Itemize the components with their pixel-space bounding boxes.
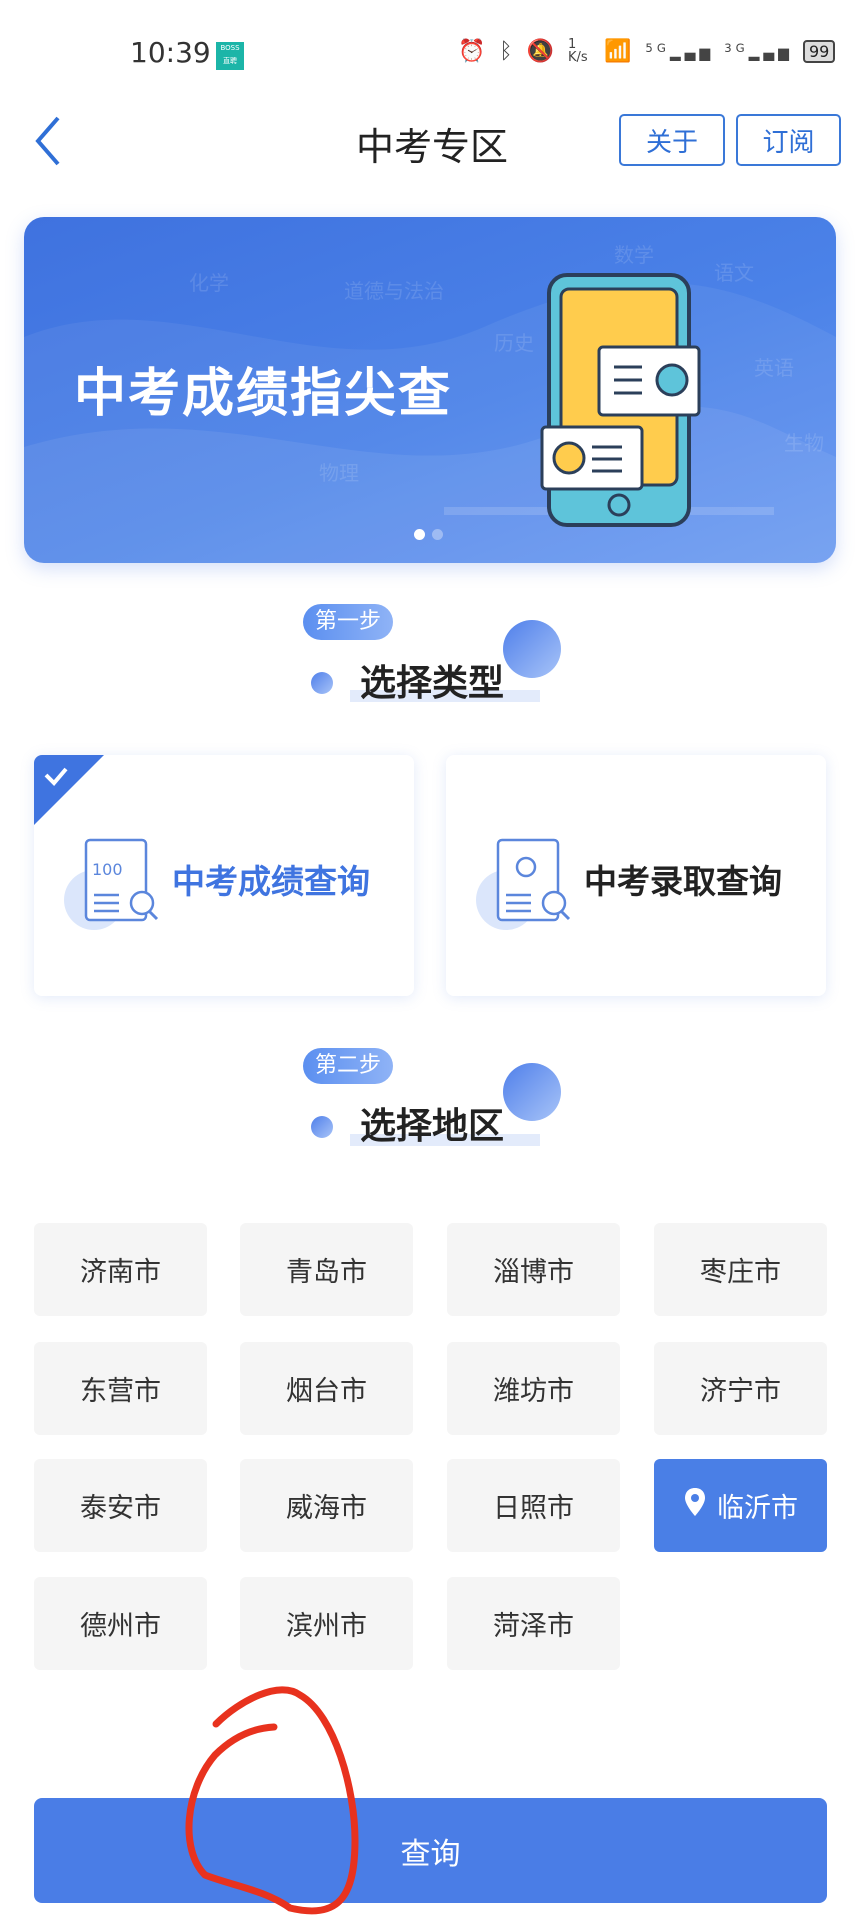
city-label: 威海市 bbox=[286, 1493, 367, 1524]
status-icons: ⏰ ᛒ 🔕 1 K/s 📶 5G▂▄▆ 3G▂▄▆ 99 bbox=[458, 37, 836, 65]
net-speed: 1 K/s bbox=[568, 37, 588, 65]
decor-dot bbox=[311, 672, 333, 694]
decor-circle bbox=[503, 620, 561, 678]
decor-dot bbox=[311, 1116, 333, 1138]
banner-carousel[interactable]: 化学 道德与法治 数学 语文 历史 英语 生物 物理 中考成绩指尖查 bbox=[24, 217, 836, 563]
step1-title: 选择类型 bbox=[360, 663, 505, 704]
option-score-query[interactable]: 100 中考成绩查询 bbox=[34, 755, 414, 996]
city-option[interactable]: 临沂市 bbox=[654, 1459, 827, 1552]
city-label: 青岛市 bbox=[286, 1257, 367, 1288]
banner-title: 中考成绩指尖查 bbox=[74, 364, 453, 424]
score-report-icon: 100 bbox=[64, 838, 159, 930]
city-option[interactable]: 潍坊市 bbox=[447, 1342, 620, 1435]
carousel-dot[interactable] bbox=[432, 529, 443, 540]
about-button[interactable]: 关于 bbox=[619, 114, 725, 166]
alarm-icon: ⏰ bbox=[458, 38, 490, 64]
step2-title: 选择地区 bbox=[360, 1106, 505, 1147]
admission-certificate-icon bbox=[476, 838, 571, 930]
page-title: 中考专区 bbox=[355, 125, 508, 169]
battery-icon: 99 bbox=[802, 39, 836, 63]
city-option[interactable]: 济南市 bbox=[34, 1223, 207, 1316]
city-label: 东营市 bbox=[80, 1376, 161, 1407]
svg-text:100: 100 bbox=[92, 860, 123, 879]
mute-icon: 🔕 bbox=[526, 38, 559, 64]
decor-circle bbox=[503, 1063, 561, 1121]
city-label: 泰安市 bbox=[80, 1493, 161, 1524]
selected-check-icon bbox=[34, 755, 104, 825]
city-label: 德州市 bbox=[80, 1611, 161, 1642]
wifi-icon: 📶 bbox=[604, 38, 636, 64]
city-label: 菏泽市 bbox=[493, 1611, 574, 1642]
clock: 10:39 bbox=[130, 36, 211, 69]
location-pin-icon bbox=[683, 1486, 717, 1525]
city-label: 济南市 bbox=[80, 1257, 161, 1288]
bluetooth-icon: ᛒ bbox=[499, 38, 517, 64]
city-option[interactable]: 滨州市 bbox=[240, 1577, 413, 1670]
option-label: 中考成绩查询 bbox=[172, 862, 370, 901]
city-option[interactable]: 青岛市 bbox=[240, 1223, 413, 1316]
city-option[interactable]: 烟台市 bbox=[240, 1342, 413, 1435]
city-option[interactable]: 德州市 bbox=[34, 1577, 207, 1670]
city-option[interactable]: 日照市 bbox=[447, 1459, 620, 1552]
city-option[interactable]: 菏泽市 bbox=[447, 1577, 620, 1670]
carousel-dot-active[interactable] bbox=[414, 529, 425, 540]
city-option[interactable]: 威海市 bbox=[240, 1459, 413, 1552]
city-label: 临沂市 bbox=[717, 1493, 798, 1524]
step1-badge: 第一步 bbox=[303, 604, 394, 640]
city-option[interactable]: 东营市 bbox=[34, 1342, 207, 1435]
city-option[interactable]: 淄博市 bbox=[447, 1223, 620, 1316]
boss-app-icon: BOSS 直聘 bbox=[216, 42, 244, 70]
city-option[interactable]: 济宁市 bbox=[654, 1342, 827, 1435]
query-button[interactable]: 查询 bbox=[34, 1798, 827, 1903]
city-option[interactable]: 泰安市 bbox=[34, 1459, 207, 1552]
status-bar: 10:39 BOSS 直聘 ⏰ ᛒ 🔕 1 K/s 📶 5G▂▄▆ 3G▂▄▆ 9… bbox=[0, 0, 864, 100]
option-admission-query[interactable]: 中考录取查询 bbox=[446, 755, 826, 996]
city-option[interactable]: 枣庄市 bbox=[654, 1223, 827, 1316]
signal-5g: 5G▂▄▆ bbox=[645, 40, 715, 62]
city-label: 济宁市 bbox=[700, 1376, 781, 1407]
city-label: 烟台市 bbox=[286, 1376, 367, 1407]
city-label: 淄博市 bbox=[493, 1257, 574, 1288]
signal-3g: 3G▂▄▆ bbox=[724, 40, 793, 62]
city-label: 枣庄市 bbox=[700, 1257, 781, 1288]
city-label: 滨州市 bbox=[286, 1611, 367, 1642]
city-label: 潍坊市 bbox=[493, 1376, 574, 1407]
step2-badge: 第二步 bbox=[303, 1048, 394, 1084]
phone-chat-illustration bbox=[444, 273, 774, 527]
option-label: 中考录取查询 bbox=[584, 862, 782, 901]
city-label: 日照市 bbox=[493, 1493, 574, 1524]
subscribe-button[interactable]: 订阅 bbox=[736, 114, 841, 166]
